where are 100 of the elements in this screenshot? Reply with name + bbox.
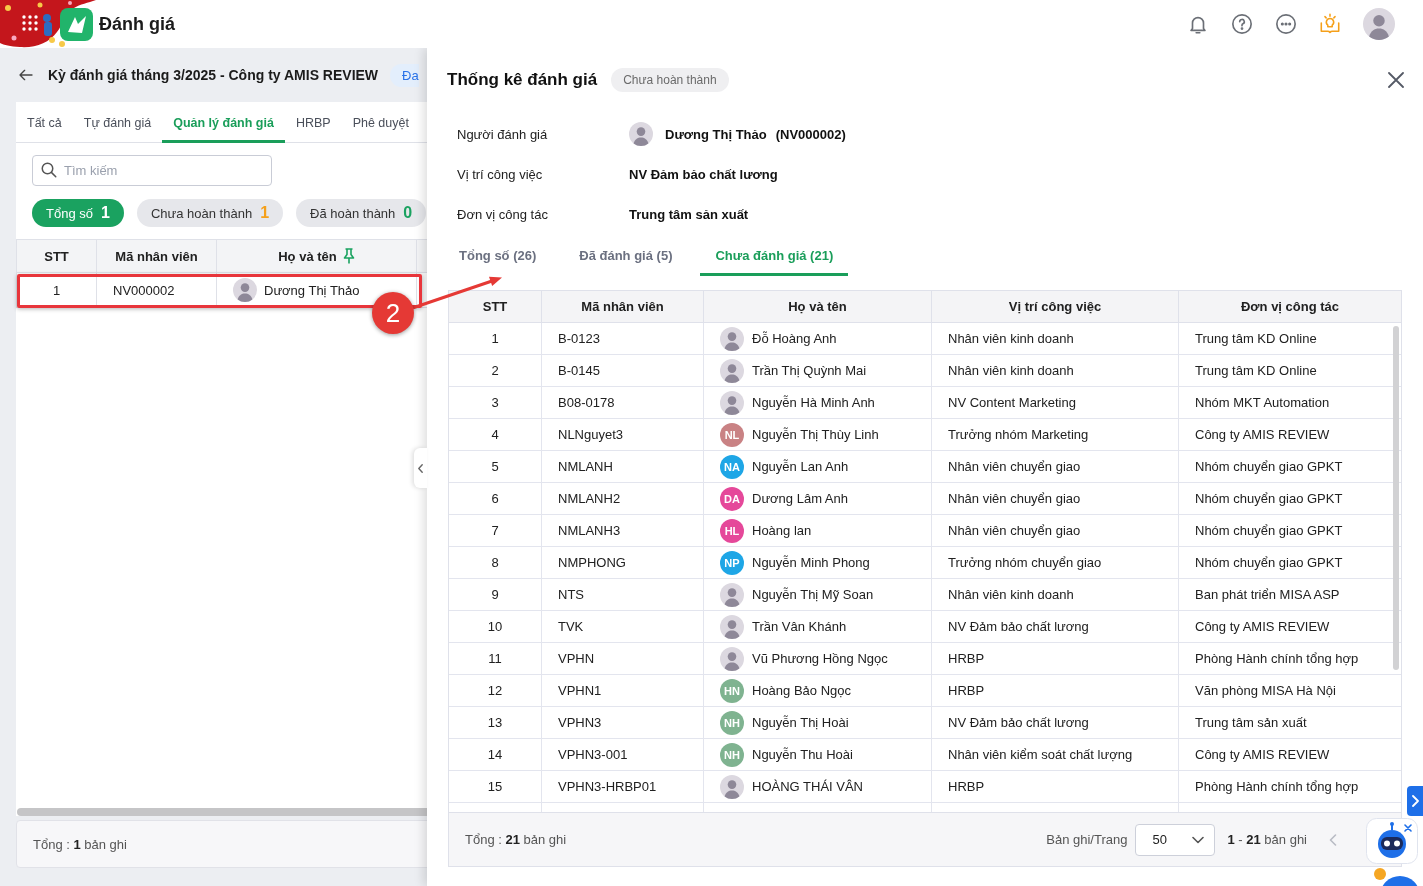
- table-cell-text: Nhóm chuyển giao GPKT: [1194, 490, 1344, 508]
- table-cell: 11: [449, 643, 542, 674]
- employee-name: Nguyễn Thị Thùy Linh: [752, 427, 879, 442]
- vertical-scrollbar[interactable]: [1393, 326, 1399, 670]
- table-cell: HRBP: [932, 643, 1179, 674]
- user-avatar-icon: [720, 646, 744, 671]
- table-cell-text: Công ty AMIS REVIEW: [1194, 618, 1331, 636]
- table-cell: Nhân viên kinh doanh: [932, 323, 1179, 354]
- tab[interactable]: Tự đánh giá: [72, 102, 163, 143]
- more-icon[interactable]: [1275, 13, 1297, 35]
- page-size-select[interactable]: 50: [1135, 823, 1216, 856]
- search-field[interactable]: Tìm kiếm: [32, 155, 272, 186]
- table-cell: NTS: [542, 579, 704, 610]
- user-avatar-icon: [720, 774, 744, 799]
- field-value: Trung tâm sản xuất: [629, 206, 749, 222]
- table-cell: VPHN3-HRBP01: [542, 771, 704, 802]
- table-cell: 4: [449, 419, 542, 450]
- expand-button[interactable]: [1407, 786, 1423, 816]
- table-cell: Nhân viên chuyển giao: [932, 451, 1179, 482]
- tab[interactable]: Tổng số (26): [444, 234, 552, 276]
- table-cell: 7: [449, 515, 542, 546]
- page-range: 1 - 21 bản ghi: [1227, 832, 1307, 847]
- chatbot-icon[interactable]: [1366, 818, 1418, 864]
- table-cell: NMLANH3: [542, 515, 704, 546]
- table-cell: 6: [449, 483, 542, 514]
- employee-name: Trần Thị Quỳnh Mai: [752, 363, 867, 378]
- filter-count: 0: [403, 204, 413, 222]
- table-cell: NLNguyet3: [542, 419, 704, 450]
- table-cell: VPHN1: [542, 675, 704, 706]
- employee-name: Nguyễn Minh Phong: [752, 555, 870, 570]
- field-label: Người đánh giá: [457, 126, 549, 142]
- employee-name: Hoàng Bảo Ngọc: [752, 683, 851, 698]
- collapse-button[interactable]: [414, 448, 427, 488]
- employee-name: Đỗ Hoàng Anh: [752, 331, 837, 346]
- initials-avatar: HL: [720, 518, 744, 543]
- user-avatar-icon: [720, 358, 744, 383]
- initials-avatar: NH: [720, 710, 744, 735]
- table-cell-text: Ban phát triển MISA ASP: [1194, 586, 1341, 604]
- status-badge: Đa: [390, 63, 419, 87]
- tab[interactable]: Phê duyệt: [341, 102, 420, 143]
- table-cell: HRBP: [932, 771, 1179, 802]
- employee-name: Dương Thị Thảo: [264, 282, 360, 298]
- user-avatar-icon: [629, 122, 653, 146]
- status-badge: Chưa hoàn thành: [611, 68, 729, 92]
- table-cell-text: Nhóm chuyển giao GPKT: [1194, 554, 1344, 572]
- field-value: Dương Thị Thảo: [665, 126, 767, 142]
- table-cell: 10: [449, 611, 542, 642]
- table-cell-text: Nhóm MKT Automation: [1194, 394, 1331, 412]
- user-avatar-icon[interactable]: [1363, 8, 1395, 40]
- table-cell: Trưởng nhóm chuyển giao: [932, 547, 1179, 578]
- employee-name: Vũ Phương Hồng Ngọc: [752, 651, 888, 666]
- filter-chip[interactable]: Chưa hoàn thành 1: [136, 199, 284, 227]
- filter-count: 1: [260, 204, 270, 222]
- horizontal-scrollbar[interactable]: [17, 808, 427, 816]
- user-avatar-icon: [720, 582, 744, 607]
- table-cell-text: Công ty AMIS REVIEW: [1194, 426, 1331, 444]
- employee-code: (NV000002): [775, 126, 846, 142]
- employee-name: Nguyễn Thu Hoài: [752, 747, 853, 762]
- initials-avatar: DA: [720, 486, 744, 511]
- tab[interactable]: HRBP: [284, 102, 342, 143]
- table-cell: Nhân viên kinh doanh: [932, 579, 1179, 610]
- table-cell: B-0145: [542, 355, 704, 386]
- table-cell: B08-0178: [542, 387, 704, 418]
- table-cell: 9: [449, 579, 542, 610]
- table-cell: VPHN3-001: [542, 739, 704, 770]
- table-cell-text: Văn phòng MISA Hà Nội: [1194, 682, 1337, 700]
- page-size-label: Bản ghi/Trang: [1046, 832, 1128, 847]
- table-cell: NV Content Marketing: [932, 387, 1179, 418]
- chevron-left-icon: [418, 463, 423, 473]
- tab[interactable]: Tất cả: [16, 102, 73, 143]
- back-arrow-icon[interactable]: [18, 67, 34, 83]
- chevron-down-icon: [1192, 835, 1205, 844]
- table-cell-text: Công ty AMIS REVIEW: [1194, 746, 1331, 764]
- table-cell: 2: [449, 355, 542, 386]
- help-icon[interactable]: [1231, 13, 1253, 35]
- table-cell: VPHN3: [542, 707, 704, 738]
- close-icon[interactable]: [1388, 72, 1404, 88]
- employee-name: Trần Vân Khánh: [752, 619, 847, 634]
- employee-name: HOÀNG THÁI VÂN: [752, 779, 863, 794]
- initials-avatar: NH: [720, 742, 744, 767]
- table-cell-text: Trung tâm KD Online: [1194, 330, 1318, 348]
- column-header: Vị trí công việc: [932, 291, 1179, 322]
- table-cell-text: Phòng Hành chính tổng hợp: [1194, 650, 1360, 668]
- table-cell: 8: [449, 547, 542, 578]
- app-title: Đánh giá: [99, 13, 175, 35]
- table-cell: Nhân viên chuyển giao: [932, 515, 1179, 546]
- table-cell: NMPHONG: [542, 547, 704, 578]
- tab[interactable]: Đã đánh giá (5): [564, 234, 688, 276]
- page-title: Kỳ đánh giá tháng 3/2025 - Công ty AMIS REVIEW: [48, 67, 379, 83]
- initials-avatar: HN: [720, 678, 744, 703]
- table-cell: Nhân viên chuyển giao: [932, 483, 1179, 514]
- close-icon[interactable]: [1404, 824, 1412, 832]
- table-cell: B-0123: [542, 323, 704, 354]
- pin-icon[interactable]: [342, 248, 355, 264]
- table-cell-text: Trung tâm sản xuất: [1194, 714, 1308, 732]
- column-header: Họ và tên: [704, 291, 932, 322]
- filter-chip[interactable]: Đã hoàn thành 0: [296, 199, 427, 227]
- table-cell-text: Trung tâm KD Online: [1194, 362, 1318, 380]
- employee-name: Nguyễn Thị Hoài: [752, 715, 849, 730]
- app-grid-icon[interactable]: [22, 15, 38, 31]
